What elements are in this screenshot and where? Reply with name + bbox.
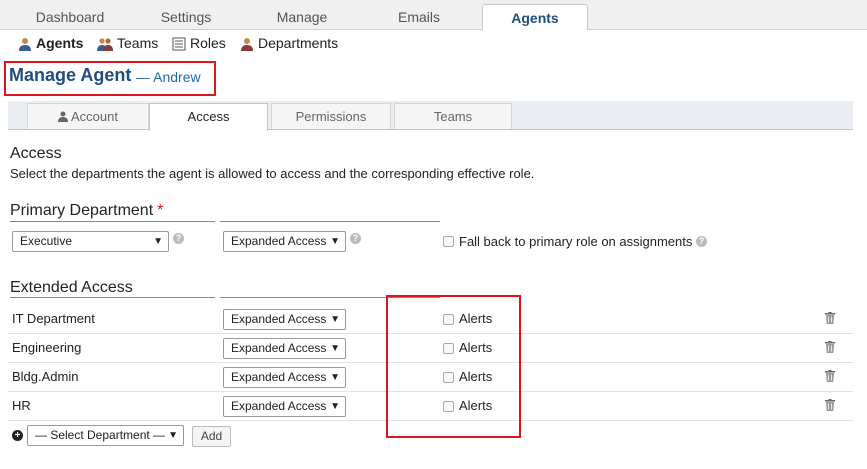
agent-icon (19, 38, 31, 51)
select-department-placeholder: — Select Department — (35, 428, 166, 442)
page-title: Manage Agent (9, 65, 132, 85)
primary-role-value: Expanded Access (231, 234, 327, 248)
extended-role-select[interactable]: Expanded Access ▼ (223, 309, 346, 330)
chevron-down-icon: ▼ (168, 430, 178, 441)
top-nav: Dashboard Settings Manage Emails Agents (0, 0, 867, 31)
extended-department-name: Bldg.Admin (12, 369, 79, 384)
chevron-down-icon: ▼ (330, 236, 340, 247)
tab-agents[interactable]: Agents (482, 4, 588, 31)
help-icon[interactable]: ? (696, 236, 707, 247)
departments-icon (241, 38, 253, 51)
chevron-down-icon: ▼ (330, 343, 340, 354)
tab-access[interactable]: Access (149, 103, 268, 131)
subnav-teams-label: Teams (117, 35, 159, 51)
extended-role-value: Expanded Access (231, 370, 327, 384)
chevron-down-icon: ▼ (330, 401, 340, 412)
chevron-down-icon: ▼ (330, 314, 340, 325)
help-icon[interactable]: ? (350, 233, 361, 244)
sub-nav: Agents Teams Roles Departments (0, 30, 867, 56)
plus-icon[interactable]: + (12, 430, 23, 441)
access-description: Select the departments the agent is allo… (10, 166, 535, 181)
primary-role-select[interactable]: Expanded Access ▼ (223, 231, 346, 252)
page-subtitle: — Andrew (136, 69, 201, 85)
extended-role-value: Expanded Access (231, 341, 327, 355)
subnav-agents[interactable]: Agents (18, 34, 83, 52)
trash-icon[interactable] (825, 312, 835, 324)
subnav-departments[interactable]: Departments (240, 34, 338, 52)
tab-manage[interactable]: Manage (240, 4, 364, 30)
select-department-dropdown[interactable]: — Select Department — ▼ (27, 425, 184, 446)
user-icon (58, 111, 68, 122)
extended-role-select[interactable]: Expanded Access ▼ (223, 396, 346, 417)
divider (10, 297, 215, 298)
primary-department-value: Executive (20, 234, 73, 248)
extended-department-name: HR (12, 398, 31, 413)
extended-role-select[interactable]: Expanded Access ▼ (223, 367, 346, 388)
divider (220, 221, 440, 222)
agent-tab-bar: Account Access Permissions Teams (8, 101, 853, 131)
trash-icon[interactable] (825, 341, 835, 353)
extended-role-select[interactable]: Expanded Access ▼ (223, 338, 346, 359)
access-heading: Access (10, 145, 62, 162)
subnav-roles[interactable]: Roles (172, 34, 226, 52)
tab-account-label: Account (71, 109, 118, 124)
roles-icon (172, 37, 186, 51)
primary-department-heading: Primary Department * (10, 202, 163, 220)
subnav-roles-label: Roles (190, 35, 226, 51)
primary-department-select[interactable]: Executive ▼ (12, 231, 169, 252)
teams-icon (97, 38, 113, 51)
extended-role-value: Expanded Access (231, 399, 327, 413)
trash-icon[interactable] (825, 399, 835, 411)
subnav-agents-label: Agents (36, 35, 84, 51)
help-icon[interactable]: ? (173, 233, 184, 244)
alerts-highlight-box (386, 295, 521, 438)
subnav-teams[interactable]: Teams (97, 34, 158, 52)
tab-account[interactable]: Account (27, 103, 149, 129)
extended-department-name: IT Department (12, 311, 95, 326)
trash-icon[interactable] (825, 370, 835, 382)
tab-emails[interactable]: Emails (364, 4, 474, 30)
extended-department-name: Engineering (12, 340, 82, 355)
chevron-down-icon: ▼ (153, 236, 163, 247)
extended-role-value: Expanded Access (231, 312, 327, 326)
chevron-down-icon: ▼ (330, 372, 340, 383)
tab-teams[interactable]: Teams (394, 103, 512, 129)
add-button[interactable]: Add (192, 426, 231, 447)
required-mark: * (157, 202, 164, 219)
tab-settings[interactable]: Settings (132, 4, 240, 30)
extended-access-heading: Extended Access (10, 279, 133, 296)
divider (10, 221, 215, 222)
tab-permissions[interactable]: Permissions (271, 103, 391, 129)
fallback-checkbox[interactable] (443, 236, 454, 247)
subnav-departments-label: Departments (258, 35, 339, 51)
fallback-label: Fall back to primary role on assignments (459, 234, 693, 249)
tab-dashboard[interactable]: Dashboard (8, 4, 132, 30)
primary-department-label: Primary Department (10, 202, 154, 219)
